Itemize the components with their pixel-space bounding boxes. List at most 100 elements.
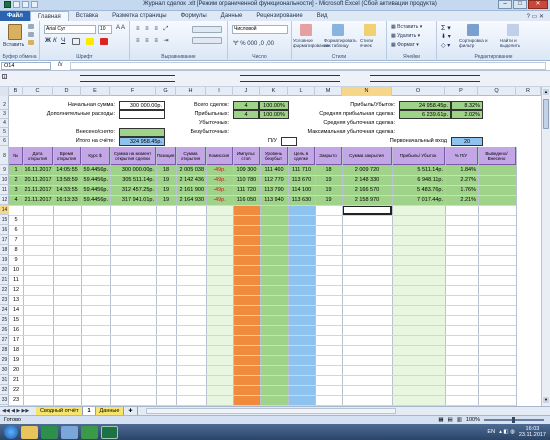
cell-date[interactable]: 20.11.2017 [23, 176, 53, 184]
sort-filter-icon[interactable] [467, 24, 479, 36]
profitable-value[interactable]: 4 [233, 110, 259, 119]
row-header[interactable]: 33 [0, 395, 9, 405]
cell-number[interactable]: 21 [9, 376, 23, 384]
tray-icons[interactable]: ▴ ◧ ◍ [499, 429, 515, 435]
col-header[interactable]: D [53, 87, 81, 96]
col-header[interactable]: F [110, 87, 156, 96]
number-format-select[interactable]: Числовой [232, 25, 288, 34]
row-header[interactable]: 30 [0, 365, 9, 375]
avg-profit-value[interactable]: 6 239.61р. [399, 110, 451, 119]
row-header[interactable]: 10 [0, 175, 9, 185]
horizontal-scrollbar[interactable] [145, 408, 396, 414]
cell-time[interactable]: 16:13:33 [53, 196, 81, 204]
col-header[interactable]: H [176, 87, 206, 96]
row-header[interactable]: 16 [0, 225, 9, 235]
zoom-slider[interactable] [484, 417, 544, 423]
extra-expenses-value[interactable] [119, 110, 165, 119]
row-header[interactable]: 20 [0, 265, 9, 275]
cell-open-sum[interactable]: 2 164 930 [176, 196, 206, 204]
cell-rate[interactable]: 59.4456р. [81, 166, 110, 174]
cell-commission[interactable]: -49р. [206, 176, 233, 184]
cell-target[interactable]: 114 100 [288, 186, 315, 194]
cell-number[interactable]: 5 [9, 216, 23, 224]
view-layout-icon[interactable]: ▤ [448, 417, 453, 423]
pu-value[interactable] [281, 137, 297, 146]
redo-icon[interactable] [31, 1, 38, 8]
cell-target[interactable]: 111 710 [288, 166, 315, 174]
cell-sum-open[interactable]: 305 511.14р. [110, 176, 156, 184]
cell-pct[interactable]: 1.76% [445, 186, 478, 194]
row-header[interactable]: 6 [0, 137, 9, 146]
app-chart-icon[interactable] [81, 425, 98, 439]
col-header[interactable]: E [81, 87, 110, 96]
cell-time[interactable]: 14:05:55 [53, 166, 81, 174]
cell-position[interactable]: 19 [156, 196, 176, 204]
cell-closed[interactable]: 19 [315, 196, 342, 204]
row-header[interactable]: 24 [0, 305, 9, 315]
tab-review[interactable]: Рецензирование [249, 11, 309, 21]
cell-number[interactable]: 1 [9, 166, 23, 174]
col-header[interactable]: Q [478, 87, 516, 96]
row-header[interactable]: 11 [0, 185, 9, 195]
total-deals-value[interactable]: 4 [233, 101, 259, 110]
col-header[interactable]: R [516, 87, 541, 96]
cell-profit-loss[interactable]: 6 948.11р. [392, 176, 445, 184]
tab-formulas[interactable]: Формулы [174, 11, 214, 21]
col-header[interactable]: O [392, 87, 445, 96]
row-header[interactable]: 8 [0, 147, 9, 165]
cell-commission[interactable]: -49р. [206, 166, 233, 174]
undo-icon[interactable] [22, 1, 29, 8]
tab-view[interactable]: Вид [310, 11, 335, 21]
outline-level-button[interactable]: 1 [2, 74, 7, 79]
col-header[interactable]: M [315, 87, 342, 96]
row-header[interactable]: 32 [0, 385, 9, 395]
formula-input[interactable] [70, 62, 546, 70]
cell-closed[interactable]: 19 [315, 186, 342, 194]
cell-position[interactable]: 19 [156, 176, 176, 184]
percent-comma-icons[interactable]: 🝖 % 000 ,0 ,00 [233, 37, 274, 49]
cell-sum-open[interactable]: 317 941.01р. [110, 196, 156, 204]
avg-profit-pct[interactable]: 2.02% [451, 110, 483, 119]
cell-stop[interactable]: 111 720 [233, 186, 260, 194]
scroll-up-icon[interactable]: ▲ [543, 89, 549, 95]
horizontal-align-icons[interactable]: ≡ ≡ ≡ ⇥ [136, 37, 171, 44]
cell-pct[interactable]: 1.84% [445, 166, 478, 174]
cell-breakeven[interactable]: 112 770 [260, 176, 288, 184]
row-header[interactable]: 5 [0, 128, 9, 137]
col-header[interactable]: J [233, 87, 260, 96]
cell-styles-icon[interactable] [364, 24, 376, 36]
cell-styles-button[interactable]: Стили ячеек [360, 38, 384, 48]
merge-center-button[interactable] [192, 37, 222, 44]
vertical-scrollbar[interactable]: ▲ ▼ [541, 87, 550, 406]
save-icon[interactable] [13, 1, 20, 8]
font-name-select[interactable]: Arial Cyr [44, 25, 96, 34]
cell-number[interactable]: 14 [9, 306, 23, 314]
tab-home[interactable]: Главная [29, 11, 69, 21]
cell-profit-loss[interactable]: 5 483.76р. [392, 186, 445, 194]
cell-time[interactable]: 14:33:55 [53, 186, 81, 194]
bold-button[interactable]: Ж [45, 37, 51, 44]
format-as-table-button[interactable]: Форматировать как таблицу [324, 38, 357, 48]
cell-number[interactable]: 7 [9, 236, 23, 244]
italic-button[interactable]: К [53, 37, 57, 44]
col-header[interactable]: L [288, 87, 315, 96]
close-window-button[interactable]: ✕ [528, 0, 548, 9]
cell-number[interactable]: 15 [9, 316, 23, 324]
clear-icon[interactable]: ◇ ▾ [441, 42, 450, 49]
fill-icon[interactable]: ⬇ ▾ [441, 33, 451, 40]
cell-pct[interactable]: 2.21% [445, 196, 478, 204]
cell-number[interactable]: 9 [9, 256, 23, 264]
tab-page-layout[interactable]: Разметка страницы [105, 11, 173, 21]
cell-sum-open[interactable]: 312 457.25р. [110, 186, 156, 194]
sheet-nav-icons[interactable]: ◀◀ ◀ ▶ ▶▶ [0, 408, 36, 414]
cell-commission[interactable]: -49р. [206, 196, 233, 204]
total-value[interactable]: 324 958.45р. [119, 137, 165, 146]
view-normal-icon[interactable]: ▦ [438, 417, 443, 423]
cell-number[interactable]: 18 [9, 346, 23, 354]
view-pagebreak-icon[interactable]: ▥ [457, 417, 462, 423]
cell-number[interactable]: 10 [9, 266, 23, 274]
cell-profit-loss[interactable]: 5 511.14р. [392, 166, 445, 174]
format-painter-icon[interactable] [28, 40, 34, 45]
sort-filter-button[interactable]: Сортировка и фильтр [459, 38, 493, 48]
total-deals-pct[interactable]: 100.00% [259, 101, 289, 110]
